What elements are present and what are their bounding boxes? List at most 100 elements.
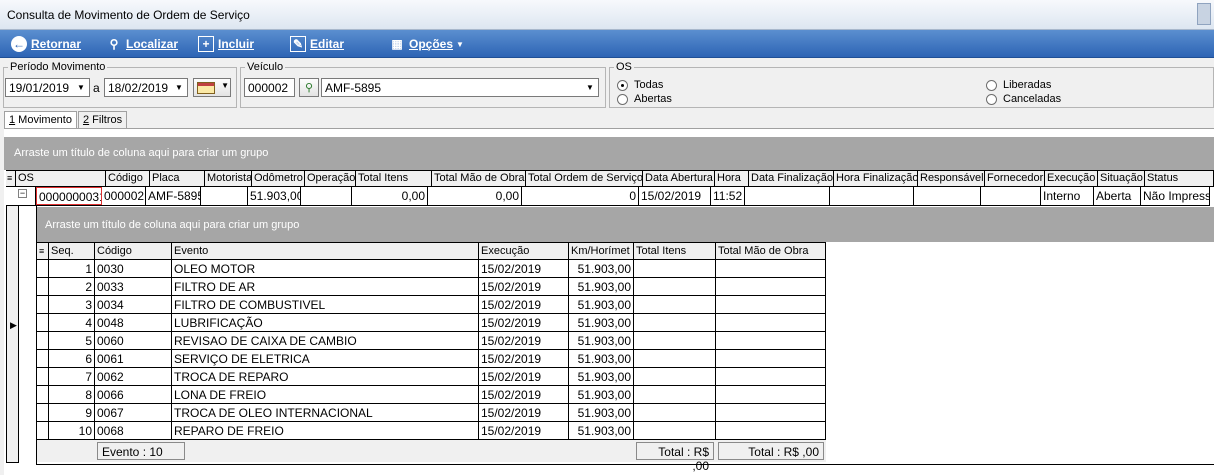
cell-seq[interactable]: 10	[49, 422, 95, 439]
cell-codigo[interactable]: 0067	[95, 404, 172, 421]
cell-km[interactable]: 51.903,00	[569, 260, 634, 277]
col-odometro[interactable]: Odômetro	[252, 171, 305, 187]
cell-seq[interactable]: 4	[49, 314, 95, 331]
cell-total-mao-obra[interactable]	[716, 404, 826, 421]
cell-total-mao-obra[interactable]	[716, 260, 826, 277]
cell-execucao[interactable]: Interno	[1041, 187, 1094, 205]
cell-total-itens[interactable]: 0,00	[352, 187, 428, 205]
cell-evento[interactable]: TROCA DE REPARO	[172, 368, 479, 385]
table-row[interactable]: 4 0048 LUBRIFICAÇÃO 15/02/2019 51.903,00	[37, 314, 826, 332]
col-status[interactable]: Status	[1145, 171, 1214, 187]
cell-total-os[interactable]: 0	[522, 187, 639, 205]
col-responsavel[interactable]: Responsável	[918, 171, 985, 187]
col-codigo[interactable]: Código	[106, 171, 150, 187]
cell-seq[interactable]: 8	[49, 386, 95, 403]
chevron-down-icon[interactable]: ▼	[172, 80, 186, 95]
cell-total-mao-obra[interactable]	[716, 296, 826, 313]
cell-execucao[interactable]: 15/02/2019	[479, 368, 569, 385]
col-os[interactable]: OS	[16, 171, 106, 187]
cell-status[interactable]: Não Impressa	[1141, 187, 1210, 205]
os-radio-canceladas[interactable]: Canceladas	[986, 93, 1061, 105]
col-fornecedor[interactable]: Fornecedor	[985, 171, 1045, 187]
cell-total-itens[interactable]	[634, 296, 716, 313]
cell-codigo[interactable]: 000002	[102, 187, 146, 205]
table-row[interactable]: 8 0066 LONA DE FREIO 15/02/2019 51.903,00	[37, 386, 826, 404]
cell-codigo[interactable]: 0034	[95, 296, 172, 313]
veiculo-lookup-button[interactable]: ⚲	[299, 78, 319, 97]
cell-execucao[interactable]: 15/02/2019	[479, 314, 569, 331]
cell-execucao[interactable]: 15/02/2019	[479, 278, 569, 295]
cell-fornecedor[interactable]	[981, 187, 1041, 205]
cell-evento[interactable]: LUBRIFICAÇÃO	[172, 314, 479, 331]
cell-total-itens[interactable]	[634, 260, 716, 277]
cell-codigo[interactable]: 0060	[95, 332, 172, 349]
table-row[interactable]: 10 0068 REPARO DE FREIO 15/02/2019 51.903,00	[37, 422, 826, 440]
column-chooser-button[interactable]: ≡	[6, 171, 16, 187]
cell-situacao[interactable]: Aberta	[1094, 187, 1141, 205]
cell-execucao[interactable]: 15/02/2019	[479, 332, 569, 349]
detail-col-execucao[interactable]: Execução	[479, 243, 569, 260]
veiculo-code-input[interactable]: 000002	[244, 78, 295, 97]
periodo-end-combo[interactable]: 18/02/2019 ▼	[104, 78, 188, 97]
detail-col-seq[interactable]: Seq.	[49, 243, 95, 260]
chevron-down-icon[interactable]: ▼	[74, 80, 88, 95]
cell-total-mao-obra[interactable]	[716, 368, 826, 385]
cell-codigo[interactable]: 0062	[95, 368, 172, 385]
col-data-abertura[interactable]: Data Abertura	[643, 171, 715, 187]
cell-km[interactable]: 51.903,00	[569, 350, 634, 367]
cell-total-itens[interactable]	[634, 404, 716, 421]
detail-col-total-mao-obra[interactable]: Total Mão de Obra	[716, 243, 826, 260]
table-row[interactable]: 3 0034 FILTRO DE COMBUSTIVEL 15/02/2019 51.9…	[37, 296, 826, 314]
cell-total-mao-obra[interactable]: 0,00	[428, 187, 522, 205]
cell-evento[interactable]: OLEO MOTOR	[172, 260, 479, 277]
cell-total-mao-obra[interactable]	[716, 332, 826, 349]
cell-hora-finalizacao[interactable]	[830, 187, 914, 205]
cell-evento[interactable]: REVISAO DE CAIXA DE CAMBIO	[172, 332, 479, 349]
col-motorista[interactable]: Motorista	[205, 171, 252, 187]
cell-seq[interactable]: 7	[49, 368, 95, 385]
col-operacao[interactable]: Operação	[305, 171, 356, 187]
cell-responsavel[interactable]	[914, 187, 981, 205]
cell-codigo[interactable]: 0030	[95, 260, 172, 277]
col-situacao[interactable]: Situação	[1098, 171, 1145, 187]
cell-execucao[interactable]: 15/02/2019	[479, 260, 569, 277]
incluir-button[interactable]: + Incluir	[198, 35, 254, 53]
cell-total-mao-obra[interactable]	[716, 386, 826, 403]
detail-col-codigo[interactable]: Código	[95, 243, 172, 260]
cell-km[interactable]: 51.903,00	[569, 296, 634, 313]
cell-seq[interactable]: 5	[49, 332, 95, 349]
cell-total-itens[interactable]	[634, 332, 716, 349]
cell-execucao[interactable]: 15/02/2019	[479, 296, 569, 313]
chevron-down-icon[interactable]: ▼	[583, 80, 597, 95]
col-data-finalizacao[interactable]: Data Finalização	[749, 171, 834, 187]
cell-codigo[interactable]: 0048	[95, 314, 172, 331]
col-hora-finalizacao[interactable]: Hora Finalização	[834, 171, 918, 187]
cell-execucao[interactable]: 15/02/2019	[479, 404, 569, 421]
localizar-button[interactable]: ⚲ Localizar	[106, 35, 178, 53]
cell-total-mao-obra[interactable]	[716, 278, 826, 295]
cell-seq[interactable]: 2	[49, 278, 95, 295]
calendar-button[interactable]: ▼	[193, 78, 231, 97]
detail-col-evento[interactable]: Evento	[172, 243, 479, 260]
col-hora[interactable]: Hora	[715, 171, 749, 187]
cell-evento[interactable]: REPARO DE FREIO	[172, 422, 479, 439]
cell-total-itens[interactable]	[634, 278, 716, 295]
cell-evento[interactable]: SERVIÇO DE ELETRICA	[172, 350, 479, 367]
retornar-button[interactable]: ← Retornar	[11, 35, 81, 53]
cell-seq[interactable]: 9	[49, 404, 95, 421]
cell-total-mao-obra[interactable]	[716, 314, 826, 331]
veiculo-plate-combo[interactable]: AMF-5895 ▼	[321, 78, 599, 97]
tab-filtros[interactable]: 2 Filtros	[77, 111, 128, 128]
periodo-start-combo[interactable]: 19/01/2019 ▼	[5, 78, 90, 97]
cell-total-itens[interactable]	[634, 386, 716, 403]
detail-column-chooser-button[interactable]: ≡	[37, 243, 49, 260]
col-total-itens[interactable]: Total Itens	[356, 171, 432, 187]
os-radio-liberadas[interactable]: Liberadas	[986, 79, 1051, 91]
cell-total-itens[interactable]	[634, 368, 716, 385]
cell-motorista[interactable]	[201, 187, 248, 205]
cell-os[interactable]: 0000000031	[36, 187, 102, 205]
opcoes-button[interactable]: ▦ Opções ▼	[389, 35, 464, 53]
cell-seq[interactable]: 1	[49, 260, 95, 277]
table-row[interactable]: 6 0061 SERVIÇO DE ELETRICA 15/02/2019 51.903…	[37, 350, 826, 368]
cell-total-itens[interactable]	[634, 350, 716, 367]
